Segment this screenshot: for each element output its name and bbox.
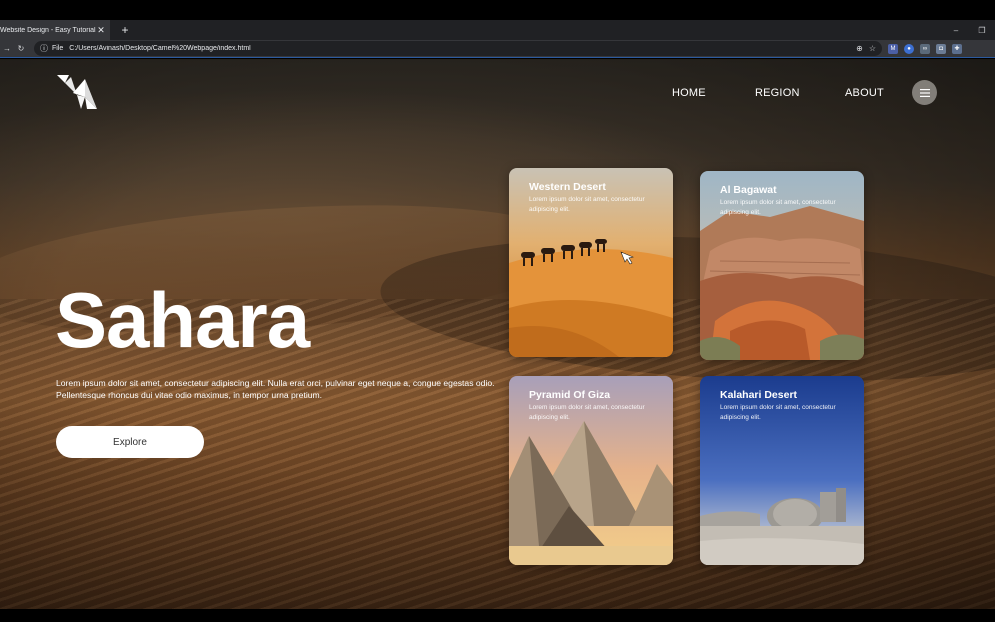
nav-region-link[interactable]: REGION: [755, 87, 800, 99]
card-description: Lorem ipsum dolor sit amet, consectetur …: [529, 403, 657, 423]
card-description: Lorem ipsum dolor sit amet, consectetur …: [720, 403, 848, 423]
browser-tab[interactable]: Website Design - Easy Tutorials ✕: [0, 20, 110, 40]
url-text[interactable]: C:/Users/Avinash/Desktop/Camel%20Webpage…: [69, 45, 856, 52]
menu-button[interactable]: [912, 80, 937, 105]
nav-home-link[interactable]: HOME: [672, 87, 706, 99]
reload-icon[interactable]: ↻: [14, 44, 28, 53]
tab-close-icon[interactable]: ✕: [96, 25, 106, 36]
hamburger-menu-icon: [920, 88, 930, 98]
card-title: Western Desert: [529, 181, 606, 193]
omnibox[interactable]: ⓘ File C:/Users/Avinash/Desktop/Camel%20…: [34, 41, 882, 56]
extension-camera-icon[interactable]: ◘: [936, 44, 946, 54]
card-al-bagawat[interactable]: Al Bagawat Lorem ipsum dolor sit amet, c…: [700, 171, 864, 360]
url-scheme-label: File: [52, 45, 63, 52]
extension-m-icon[interactable]: M: [888, 44, 898, 54]
extension-icons: M ● ∞ ◘ ✚: [888, 44, 962, 54]
hero-description: Lorem ipsum dolor sit amet, consectetur …: [56, 377, 498, 401]
info-icon[interactable]: ⓘ: [40, 43, 48, 54]
back-icon[interactable]: →: [0, 44, 14, 53]
card-description: Lorem ipsum dolor sit amet, consectetur …: [529, 195, 657, 215]
extension-globe-icon[interactable]: ●: [904, 44, 914, 54]
browser-address-bar: → ↻ ⓘ File C:/Users/Avinash/Desktop/Came…: [0, 40, 995, 58]
card-western-desert[interactable]: Western Desert Lorem ipsum dolor sit ame…: [509, 168, 673, 357]
card-kalahari-desert[interactable]: Kalahari Desert Lorem ipsum dolor sit am…: [700, 376, 864, 565]
card-title: Pyramid Of Giza: [529, 389, 610, 401]
new-tab-button[interactable]: +: [116, 23, 134, 37]
origami-logo-icon[interactable]: [55, 73, 99, 113]
tab-title: Website Design - Easy Tutorials: [0, 27, 96, 34]
explore-button[interactable]: Explore: [56, 426, 204, 458]
omnibox-actions: ⊕ ☆: [856, 44, 876, 53]
bookmark-star-icon[interactable]: ☆: [869, 44, 876, 53]
card-pyramid-of-giza[interactable]: Pyramid Of Giza Lorem ipsum dolor sit am…: [509, 376, 673, 565]
card-title: Al Bagawat: [720, 184, 777, 196]
nav-about-link[interactable]: ABOUT: [845, 87, 884, 99]
top-strip: [0, 0, 995, 20]
bottom-strip: [0, 609, 995, 622]
screen: Website Design - Easy Tutorials ✕ + – ❐ …: [0, 0, 995, 622]
minimize-icon[interactable]: –: [943, 26, 969, 35]
restore-icon[interactable]: ❐: [969, 26, 995, 35]
card-description: Lorem ipsum dolor sit amet, consectetur …: [720, 198, 848, 218]
window-controls: – ❐: [943, 26, 995, 35]
zoom-icon[interactable]: ⊕: [856, 44, 863, 53]
hero-title: Sahara: [55, 281, 309, 359]
webpage: HOME REGION ABOUT Sahara Lorem ipsum dol…: [0, 59, 995, 609]
extension-link-icon[interactable]: ∞: [920, 44, 930, 54]
card-title: Kalahari Desert: [720, 389, 797, 401]
extension-puzzle-icon[interactable]: ✚: [952, 44, 962, 54]
browser-tab-bar: Website Design - Easy Tutorials ✕ + – ❐: [0, 20, 995, 40]
